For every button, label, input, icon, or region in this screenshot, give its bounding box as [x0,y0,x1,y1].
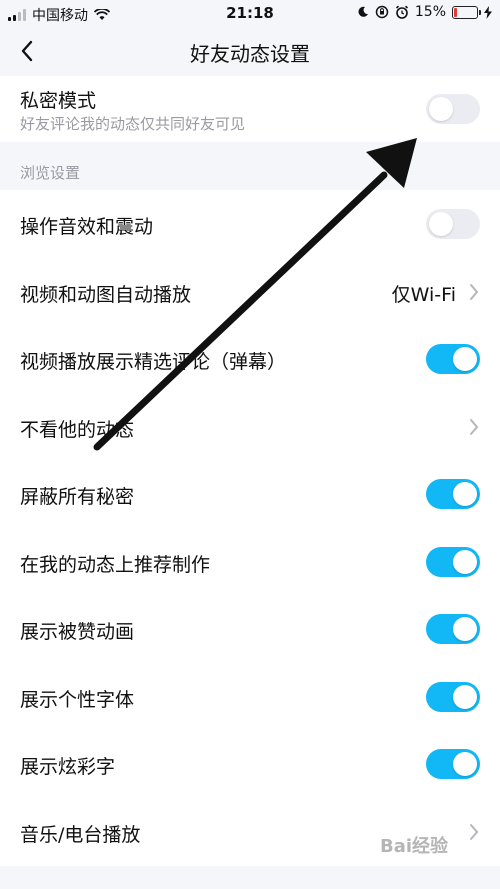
toggle-knob [453,550,477,574]
setting-row[interactable]: 展示炫彩字 [0,730,500,798]
battery-icon [452,5,481,19]
charging-icon [484,5,492,19]
setting-row[interactable]: 操作音效和震动 [0,190,500,258]
setting-label: 操作音效和震动 [20,216,154,238]
status-bar: 中国移动 21:18 15% [0,0,500,26]
setting-label: 音乐/电台播放 [20,824,141,846]
privacy-mode-toggle[interactable] [426,94,480,124]
toggle-knob [453,347,477,371]
setting-row[interactable]: 展示被赞动画 [0,595,500,663]
setting-label: 展示个性字体 [20,689,135,711]
chevron-right-icon [470,284,479,300]
setting-value: 仅Wi-Fi [391,284,456,306]
rotation-lock-icon [375,5,389,19]
setting-label: 视频和动图自动播放 [20,284,192,306]
nav-bar: 好友动态设置 [0,26,500,76]
privacy-mode-label: 私密模式 [20,90,97,112]
alarm-icon [395,5,408,19]
toggle-knob [453,482,477,506]
setting-row[interactable]: 不看他的动态 [0,393,500,461]
setting-row[interactable]: 在我的动态上推荐制作 [0,528,500,596]
section-header: 浏览设置 [0,142,500,190]
setting-toggle[interactable] [426,682,480,712]
battery-percent: 15% [414,4,446,20]
status-right: 15% [357,4,492,20]
moon-icon [358,6,368,17]
privacy-mode-row[interactable]: 私密模式 好友评论我的动态仅共同好友可见 [0,76,500,142]
setting-row[interactable]: 视频播放展示精选评论（弹幕） [0,325,500,393]
watermark: Bai经验 [380,836,449,857]
setting-toggle[interactable] [426,344,480,374]
setting-toggle[interactable] [426,749,480,779]
setting-label: 屏蔽所有秘密 [20,486,135,508]
setting-row[interactable]: 视频和动图自动播放 仅Wi-Fi [0,258,500,326]
toggle-knob [429,212,453,236]
toggle-knob [453,752,477,776]
setting-label: 展示被赞动画 [20,621,135,643]
page-title: 好友动态设置 [190,42,310,66]
toggle-knob [429,97,453,121]
setting-label: 视频播放展示精选评论（弹幕） [20,351,287,373]
setting-row[interactable]: 展示个性字体 [0,663,500,731]
battery-level [454,7,457,17]
setting-toggle[interactable] [426,209,480,239]
setting-label: 在我的动态上推荐制作 [20,554,211,576]
setting-row[interactable]: 屏蔽所有秘密 [0,460,500,528]
section-label: 浏览设置 [20,164,81,182]
toggle-knob [453,685,477,709]
chevron-right-icon [470,824,479,840]
chevron-right-icon [470,419,479,435]
setting-label: 不看他的动态 [20,419,135,441]
setting-label: 展示炫彩字 [20,756,116,778]
setting-toggle[interactable] [426,479,480,509]
setting-toggle[interactable] [426,547,480,577]
privacy-mode-description: 好友评论我的动态仅共同好友可见 [20,115,246,133]
setting-toggle[interactable] [426,614,480,644]
toggle-knob [453,617,477,641]
